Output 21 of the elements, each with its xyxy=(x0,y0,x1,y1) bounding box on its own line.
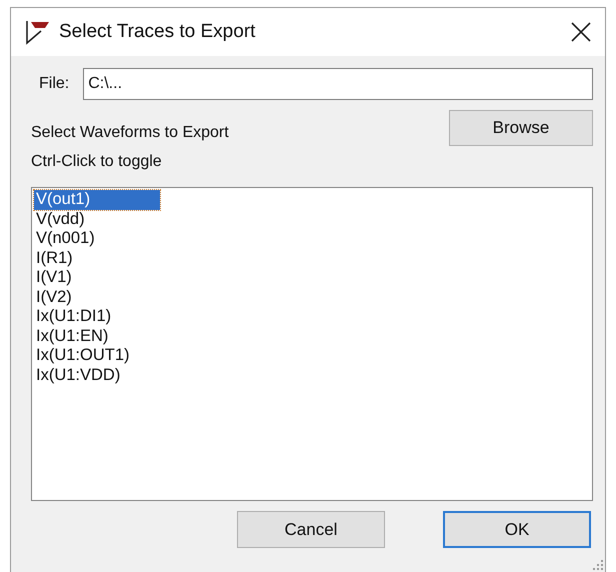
file-label: File: xyxy=(39,75,70,93)
instruction-text: Ctrl-Click to toggle xyxy=(31,153,163,171)
browse-button[interactable]: Browse xyxy=(449,110,593,146)
trace-item[interactable]: I(V2) xyxy=(34,288,74,307)
trace-item[interactable]: I(R1) xyxy=(34,248,75,268)
trace-item[interactable]: V(out1) xyxy=(34,190,160,210)
close-icon[interactable] xyxy=(569,20,593,44)
dialog-button[interactable]: OK xyxy=(443,511,591,548)
dialog-button[interactable]: Cancel xyxy=(237,511,385,548)
trace-item[interactable]: Ix(U1:OUT1) xyxy=(34,346,132,366)
logo-icon xyxy=(25,19,51,45)
trace-item[interactable]: Ix(U1:DI1) xyxy=(34,307,114,326)
resize-grip-icon[interactable] xyxy=(593,560,603,570)
trace-item[interactable]: V(n001) xyxy=(34,229,97,248)
trace-item[interactable]: I(V1) xyxy=(34,268,74,288)
trace-item[interactable]: Ix(U1:EN) xyxy=(34,326,110,346)
trace-item[interactable]: Ix(U1:VDD) xyxy=(34,366,122,385)
trace-item[interactable]: V(vdd) xyxy=(34,210,87,229)
file-field[interactable]: C:\... xyxy=(83,68,593,100)
instruction-text: Select Waveforms to Export xyxy=(31,124,229,142)
window-title: Select Traces to Export xyxy=(59,21,256,43)
